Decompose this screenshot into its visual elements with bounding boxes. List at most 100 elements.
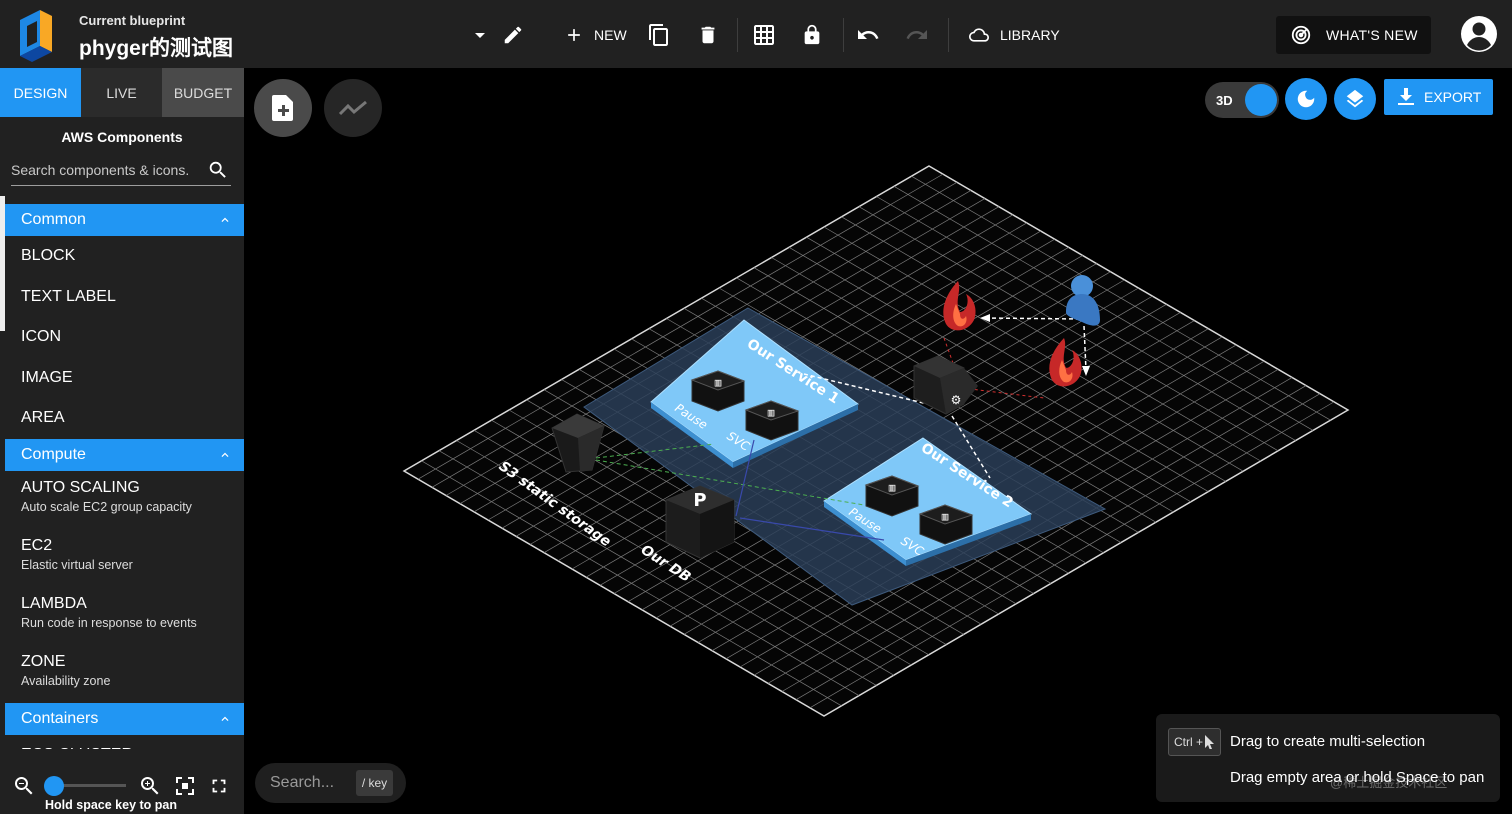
- category-common[interactable]: Common: [5, 204, 244, 236]
- export-button[interactable]: EXPORT: [1384, 79, 1493, 115]
- component-image[interactable]: IMAGE: [5, 358, 244, 399]
- pencil-icon: [504, 26, 522, 44]
- component-area[interactable]: AREA: [5, 398, 244, 439]
- component-zone[interactable]: ZONE Availability zone: [5, 645, 244, 703]
- sidebar: DESIGN LIVE BUDGET AWS Components Common…: [0, 68, 244, 814]
- whats-new-button[interactable]: WHAT'S NEW: [1276, 16, 1431, 54]
- component-description: Auto scale EC2 group capacity: [21, 499, 192, 514]
- zoom-controls: Hold space key to pan: [0, 768, 244, 814]
- lock-button[interactable]: [801, 20, 823, 50]
- ctrl-key-chip: Ctrl +: [1168, 728, 1221, 756]
- redo-button[interactable]: [905, 20, 929, 50]
- svg-text:▥: ▥: [942, 510, 949, 523]
- add-element-button[interactable]: [254, 79, 312, 137]
- ctrl-key-label: Ctrl +: [1173, 735, 1203, 749]
- svg-text:▥: ▥: [889, 481, 896, 494]
- component-description: Run code in response to events: [21, 615, 197, 630]
- top-bar: Current blueprint phyger的测试图 NEW LIBRARY…: [0, 0, 1512, 68]
- search-icon[interactable]: [207, 159, 229, 181]
- canvas-search-input[interactable]: [270, 774, 356, 792]
- tab-live[interactable]: LIVE: [81, 68, 162, 117]
- zoom-slider-track[interactable]: [56, 784, 126, 787]
- new-button-label: NEW: [594, 27, 627, 43]
- interaction-hints: Ctrl + Drag to create multi-selection Dr…: [1156, 714, 1500, 802]
- canvas-search: / key: [255, 763, 406, 803]
- component-name: ZONE: [21, 652, 66, 670]
- design-canvas[interactable]: ▥ ▥ ▥ ▥ Our Service 1 Our Service 2 Paus…: [244, 68, 1512, 814]
- duplicate-button[interactable]: [647, 20, 671, 50]
- dark-mode-button[interactable]: [1285, 78, 1327, 120]
- grid-icon: [754, 25, 774, 45]
- cursor-icon: [1205, 735, 1214, 749]
- chevron-up-icon: [221, 217, 229, 222]
- 3d-toggle-knob: [1245, 84, 1277, 116]
- component-lambda[interactable]: LAMBDA Run code in response to events: [5, 587, 244, 645]
- sidebar-tabs: DESIGN LIVE BUDGET: [0, 68, 244, 117]
- chevron-up-icon: [221, 716, 229, 721]
- svg-text:▥: ▥: [715, 376, 722, 389]
- caret-down-icon: [475, 33, 485, 38]
- component-ec2[interactable]: EC2 Elastic virtual server: [5, 529, 244, 587]
- copy-icon: [649, 24, 668, 46]
- blueprint-dropdown-button[interactable]: [472, 20, 488, 50]
- component-name: AUTO SCALING: [21, 478, 140, 496]
- 3d-toggle[interactable]: 3D: [1205, 82, 1279, 118]
- component-description: Availability zone: [21, 673, 111, 688]
- chart-view-button[interactable]: [324, 79, 382, 137]
- component-icon[interactable]: ICON: [5, 317, 244, 358]
- radar-icon: [1291, 25, 1311, 45]
- download-icon: [1398, 88, 1414, 105]
- component-description: Elastic virtual server: [21, 557, 133, 572]
- svg-text:P: P: [693, 490, 706, 511]
- component-search-input[interactable]: [11, 161, 207, 178]
- whats-new-label: WHAT'S NEW: [1326, 27, 1418, 43]
- tab-budget[interactable]: BUDGET: [162, 68, 244, 117]
- component-block[interactable]: BLOCK: [5, 236, 244, 277]
- toolbar-divider: [843, 18, 844, 52]
- isometric-scene[interactable]: ▥ ▥ ▥ ▥ Our Service 1 Our Service 2 Paus…: [244, 68, 1512, 814]
- layers-icon: [1346, 89, 1364, 108]
- component-name: EC2: [21, 536, 53, 554]
- category-compute[interactable]: Compute: [5, 438, 244, 471]
- delete-button[interactable]: [697, 20, 719, 50]
- category-label: Common: [21, 211, 86, 228]
- fullscreen-icon[interactable]: [208, 775, 230, 797]
- component-list: Common BLOCK TEXT LABEL ICON IMAGE AREA …: [5, 204, 244, 749]
- account-avatar-icon[interactable]: [1460, 15, 1498, 53]
- new-button[interactable]: NEW: [564, 20, 627, 50]
- zoom-out-icon[interactable]: [12, 774, 36, 798]
- svg-text:⚙: ⚙: [951, 393, 962, 407]
- zoom-in-icon[interactable]: [138, 774, 162, 798]
- export-button-label: EXPORT: [1424, 89, 1482, 105]
- component-auto-scaling[interactable]: AUTO SCALING Auto scale EC2 group capaci…: [5, 471, 244, 529]
- fit-screen-icon[interactable]: [173, 774, 197, 798]
- component-ecs-cluster[interactable]: ECS CLUSTER: [5, 735, 244, 749]
- toolbar-divider: [948, 18, 949, 52]
- trash-icon: [701, 26, 715, 44]
- redo-icon: [906, 30, 927, 39]
- plus-icon: [568, 29, 580, 41]
- library-button-label: LIBRARY: [1000, 27, 1060, 43]
- component-text-label[interactable]: TEXT LABEL: [5, 277, 244, 318]
- zoom-hint: Hold space key to pan: [45, 798, 177, 812]
- undo-icon: [858, 30, 879, 39]
- trend-icon: [338, 100, 367, 116]
- zoom-slider-handle[interactable]: [44, 776, 64, 796]
- edit-button[interactable]: [502, 20, 524, 50]
- library-button[interactable]: LIBRARY: [966, 20, 1060, 50]
- tab-design[interactable]: DESIGN: [0, 68, 81, 117]
- moon-icon: [1297, 90, 1315, 108]
- cloud-icon: [969, 28, 989, 42]
- component-name: LAMBDA: [21, 594, 87, 612]
- toolbar-divider: [737, 18, 738, 52]
- chevron-up-icon: [221, 452, 229, 457]
- 3d-toggle-label: 3D: [1216, 93, 1233, 108]
- layers-button[interactable]: [1334, 78, 1376, 120]
- undo-button[interactable]: [856, 20, 880, 50]
- svg-text:▥: ▥: [768, 406, 775, 419]
- category-containers[interactable]: Containers: [5, 702, 244, 735]
- category-label: Containers: [21, 709, 99, 727]
- grid-button[interactable]: [752, 20, 776, 50]
- blueprint-name[interactable]: phyger的测试图: [79, 32, 233, 62]
- database-icon[interactable]: P: [665, 485, 735, 559]
